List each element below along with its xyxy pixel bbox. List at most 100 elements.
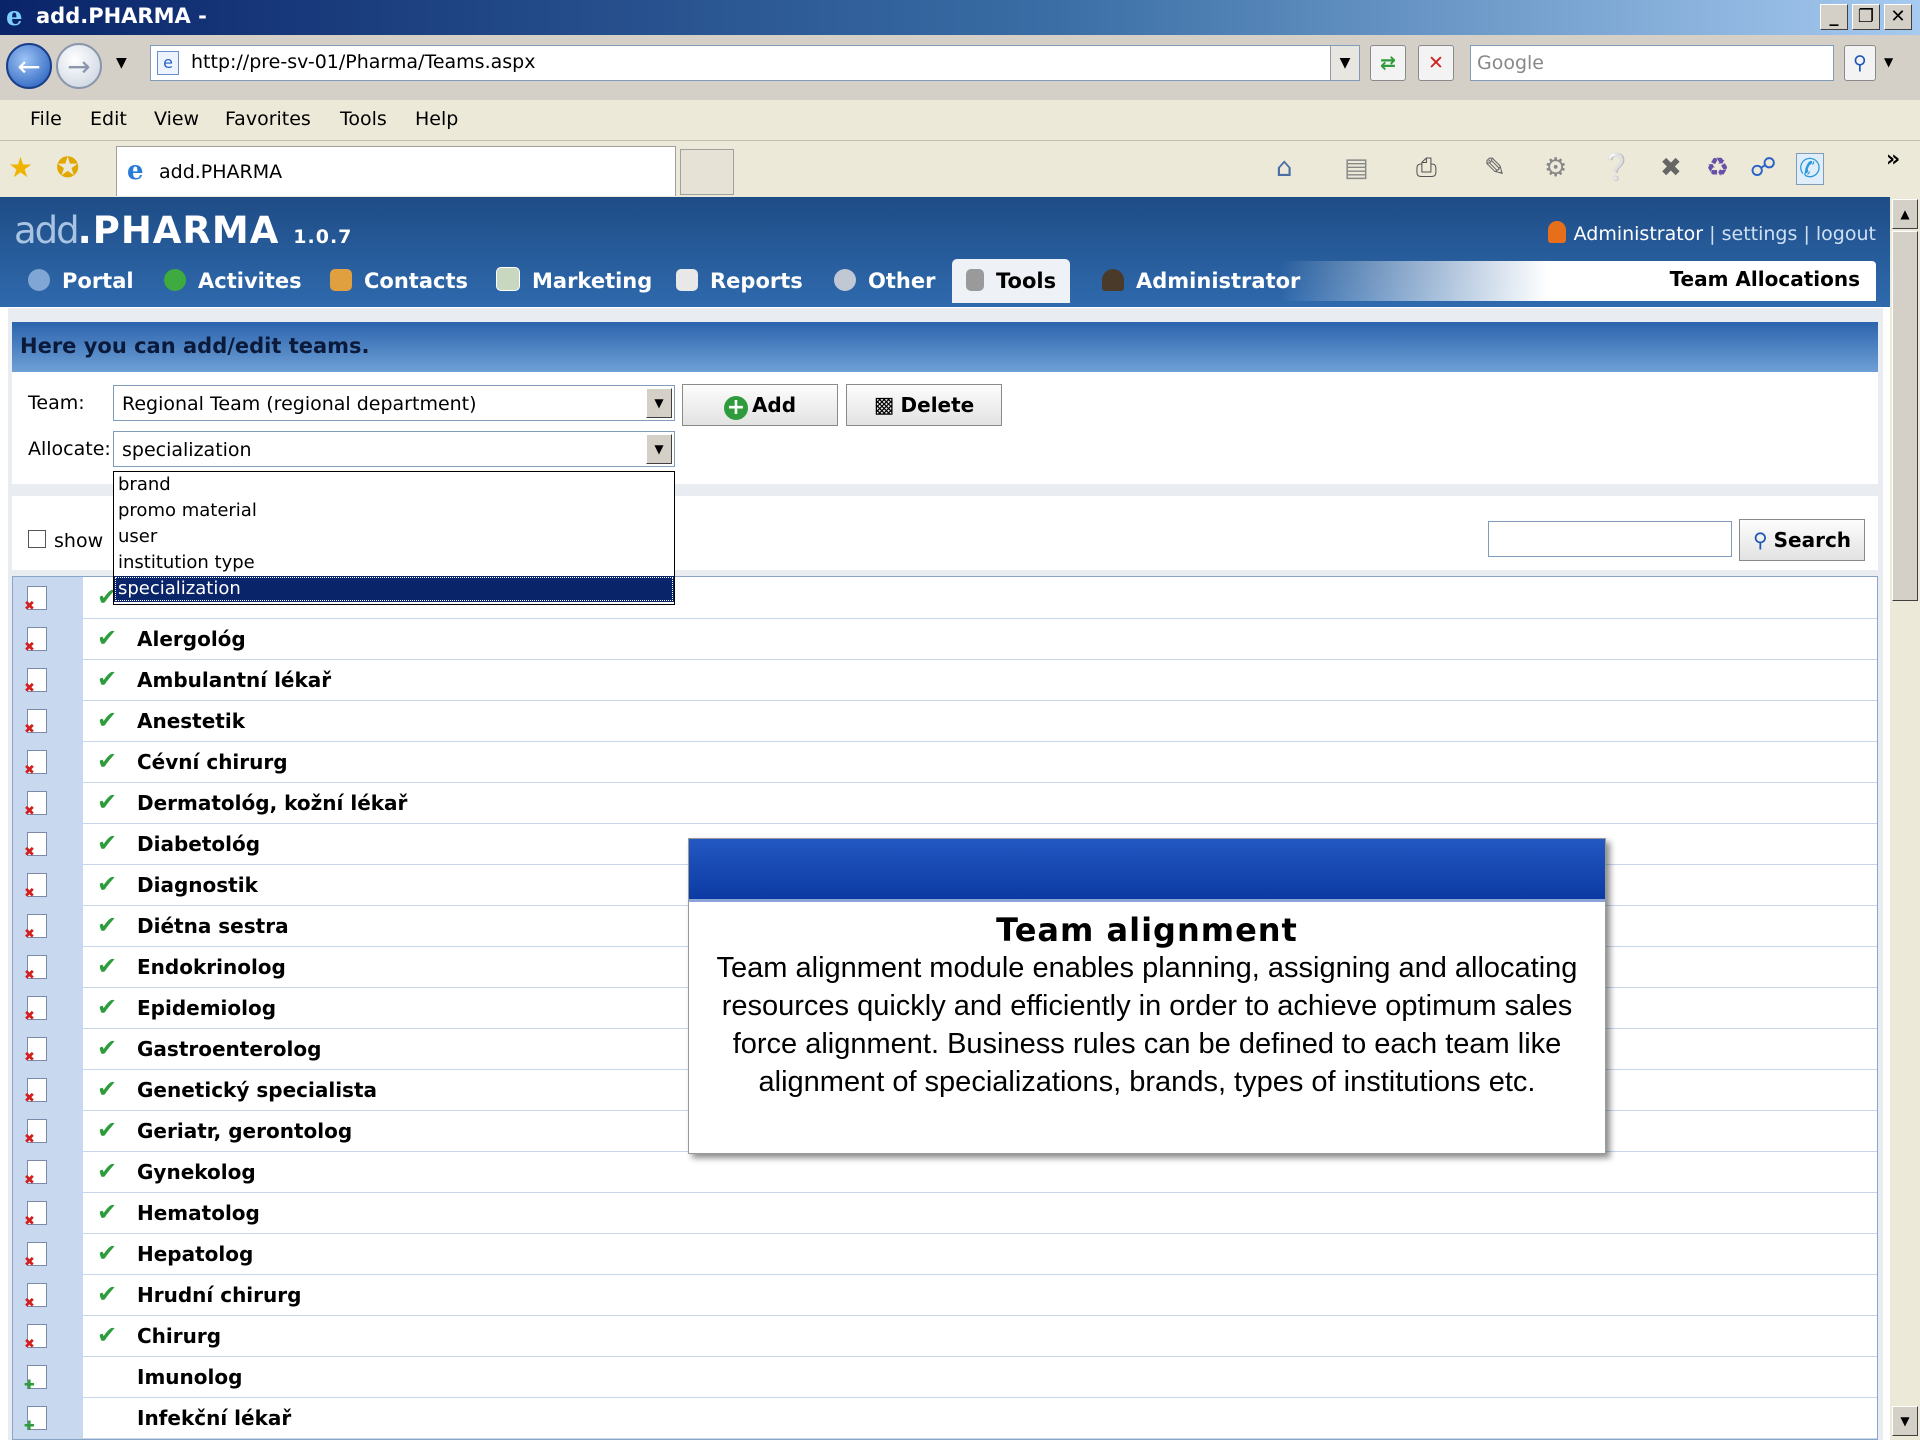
nav-tab-administrator[interactable]: Administrator [1102,259,1300,303]
remove-doc-icon[interactable]: ✖ [24,1242,47,1270]
remove-doc-icon[interactable]: ✖ [24,955,47,983]
add-doc-icon[interactable]: ✚ [24,1406,47,1434]
share-icon[interactable]: ☍ [1750,153,1776,183]
help-icon[interactable]: ❔ [1600,153,1632,183]
dropdown-option-selected[interactable]: specialization [114,576,674,602]
scroll-up-icon[interactable]: ▲ [1892,199,1918,229]
toolbar-chevron-icon[interactable]: » [1886,147,1900,172]
nav-tab-contacts[interactable]: Contacts [330,259,468,303]
nav-tab-activites[interactable]: Activites [164,259,302,303]
feeds-icon[interactable]: ▤ [1344,153,1369,183]
remove-doc-icon[interactable]: ✖ [24,1324,47,1352]
close-window-button[interactable]: ✕ [1884,4,1912,30]
search-button[interactable]: ⚲ Search [1739,519,1865,561]
remove-doc-icon[interactable]: ✖ [24,668,47,696]
remove-doc-icon[interactable]: ✖ [24,1037,47,1065]
remove-doc-icon[interactable]: ✖ [24,627,47,655]
refresh-button[interactable]: ⇄ [1370,45,1406,81]
check-icon: ✔ [97,870,118,898]
delete-button[interactable]: ▩ Delete [846,384,1002,426]
skype-icon[interactable]: ✆ [1796,153,1824,185]
list-item[interactable]: ✖ ✔ Ambulantní lékař [13,659,1877,701]
menu-tools[interactable]: Tools [340,108,387,130]
list-item[interactable]: ✖ ✔ Hepatolog [13,1233,1877,1275]
logout-link[interactable]: logout [1816,223,1876,245]
dropdown-option[interactable]: promo material [114,498,674,524]
blocked-icon[interactable]: ✖ [1660,153,1682,183]
page-menu-icon[interactable]: ✎ [1484,153,1506,183]
research-icon[interactable]: ♻ [1706,153,1729,183]
show-checkbox[interactable] [28,530,46,548]
search-options-icon[interactable]: ▼ [1884,55,1893,69]
home-icon[interactable]: ⌂ [1276,153,1293,183]
remove-mark-icon: ✖ [24,1132,35,1147]
minimize-button[interactable]: _ [1820,4,1848,30]
menu-file[interactable]: File [30,108,62,130]
search-go-icon[interactable]: ⚲ [1844,45,1876,81]
nav-tab-portal[interactable]: Portal [28,259,134,303]
list-item[interactable]: ✚ Infekční lékař [13,1397,1877,1439]
address-bar[interactable]: e http://pre-sv-01/Pharma/Teams.aspx ▼ [150,45,1360,81]
nav-tab-reports[interactable]: Reports [676,259,803,303]
allocate-dropdown-list[interactable]: brand promo material user institution ty… [113,471,675,605]
list-item[interactable]: ✖ ✔ Hrudní chirurg [13,1274,1877,1316]
maximize-button[interactable]: ❐ [1852,4,1880,30]
address-dropdown-icon[interactable]: ▼ [1330,46,1359,80]
nav-tab-marketing[interactable]: Marketing [496,259,652,303]
nav-tab-other[interactable]: Other [834,259,935,303]
list-item[interactable]: ✖ ✔ Hematolog [13,1192,1877,1234]
list-item[interactable]: ✖ ✔ Cévní chirurg [13,741,1877,783]
remove-doc-icon[interactable]: ✖ [24,709,47,737]
team-select[interactable]: Regional Team (regional department) ▼ [113,385,675,421]
dropdown-option[interactable]: user [114,524,674,550]
browser-tab[interactable]: e add.PHARMA [116,146,676,196]
back-button[interactable]: ← [6,43,52,89]
chevron-down-icon[interactable]: ▼ [646,434,672,464]
browser-search-input[interactable]: Google [1470,45,1834,81]
favorites-star-icon[interactable]: ★ [8,151,33,184]
dropdown-option[interactable]: institution type [114,550,674,576]
settings-link[interactable]: settings [1722,223,1798,245]
scroll-thumb[interactable] [1892,231,1918,601]
remove-doc-icon[interactable]: ✖ [24,1201,47,1229]
add-doc-icon[interactable]: ✚ [24,1365,47,1393]
remove-doc-icon[interactable]: ✖ [24,1119,47,1147]
add-button[interactable]: + Add [682,384,838,426]
dropdown-option[interactable]: brand [114,472,674,498]
user-name-link[interactable]: Administrator [1574,223,1704,245]
scroll-down-icon[interactable]: ▼ [1892,1406,1918,1436]
remove-doc-icon[interactable]: ✖ [24,832,47,860]
forward-button[interactable]: → [56,43,102,89]
stop-button[interactable]: ✕ [1418,45,1454,81]
remove-doc-icon[interactable]: ✖ [24,1078,47,1106]
tools-gear-icon[interactable]: ⚙ [1544,153,1567,183]
search-input[interactable] [1488,521,1732,557]
remove-mark-icon: ✖ [24,1050,35,1065]
list-item[interactable]: ✚ Imunolog [13,1356,1877,1398]
nav-tab-tools[interactable]: Tools [952,259,1071,303]
list-item[interactable]: ✖ ✔ Chirurg [13,1315,1877,1357]
menu-edit[interactable]: Edit [90,108,127,130]
remove-doc-icon[interactable]: ✖ [24,1283,47,1311]
list-item[interactable]: ✖ ✔ Dermatológ, kožní lékař [13,782,1877,824]
history-dropdown-icon[interactable]: ▼ [116,55,127,71]
add-favorite-icon[interactable]: ✪ [56,151,79,184]
new-tab-button[interactable] [680,149,734,195]
remove-doc-icon[interactable]: ✖ [24,873,47,901]
remove-doc-icon[interactable]: ✖ [24,750,47,778]
list-item[interactable]: ✖ ✔ Anestetik [13,700,1877,742]
remove-doc-icon[interactable]: ✖ [24,586,47,614]
list-item[interactable]: ✖ ✔ Gynekolog [13,1151,1877,1193]
vertical-scrollbar[interactable]: ▲ ▼ [1890,197,1920,1440]
print-icon[interactable]: ⎙ [1416,153,1437,184]
chevron-down-icon[interactable]: ▼ [646,388,672,418]
remove-doc-icon[interactable]: ✖ [24,996,47,1024]
list-item[interactable]: ✖ ✔ Alergológ [13,618,1877,660]
menu-favorites[interactable]: Favorites [225,108,311,130]
menu-view[interactable]: View [154,108,199,130]
remove-doc-icon[interactable]: ✖ [24,914,47,942]
remove-doc-icon[interactable]: ✖ [24,1160,47,1188]
remove-doc-icon[interactable]: ✖ [24,791,47,819]
menu-help[interactable]: Help [415,108,458,130]
allocate-select[interactable]: specialization ▼ [113,431,675,467]
